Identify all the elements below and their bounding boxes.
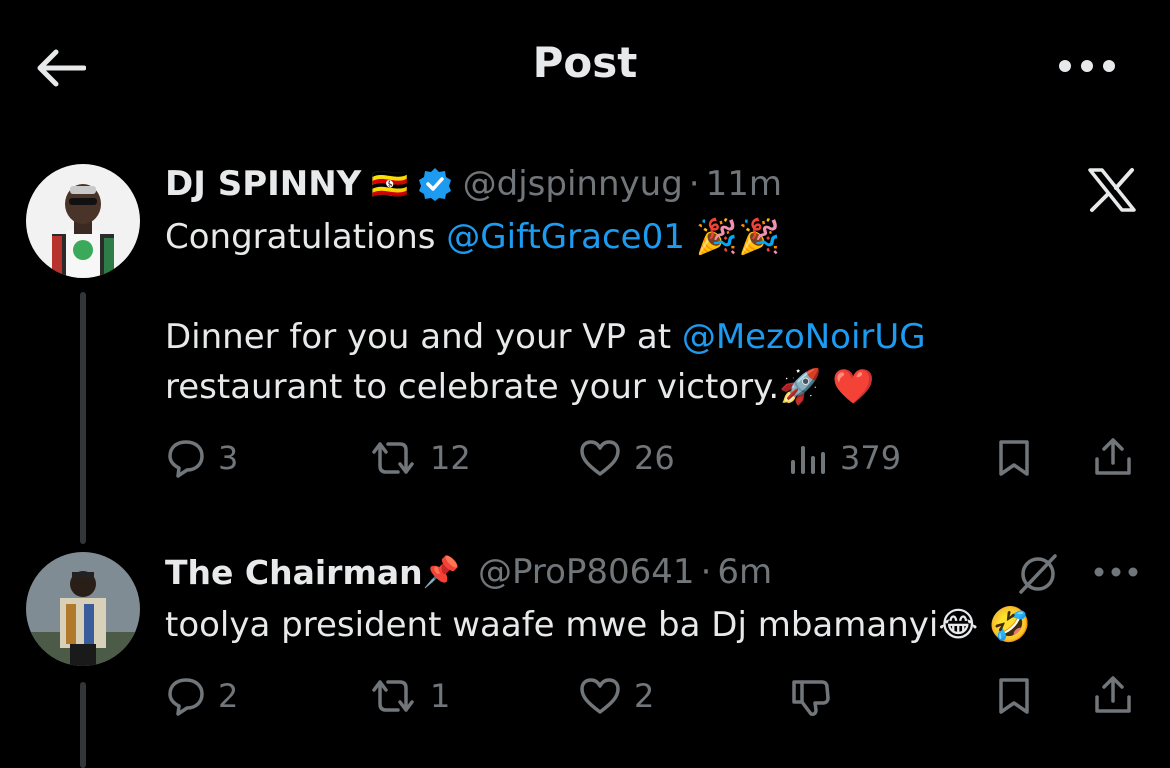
reply-button[interactable]: 2 (166, 674, 238, 718)
thread-line (80, 682, 86, 768)
like-count: 2 (634, 677, 655, 715)
grok-x-icon (1088, 168, 1136, 212)
avatar-image (26, 552, 140, 666)
reply-count: 2 (218, 677, 239, 715)
mute-button[interactable] (1012, 550, 1064, 598)
bookmark-button[interactable] (990, 434, 1038, 482)
more-horizontal-icon (1059, 60, 1115, 72)
bookmark-button[interactable] (990, 672, 1038, 720)
reply-text: toolya president waafe mwe ba Dj mbamany… (165, 605, 1032, 645)
slash-circle-icon (1019, 554, 1057, 594)
page-title: Post (532, 38, 638, 87)
reply-bubble-icon (168, 440, 204, 478)
post-text-line-1: Congratulations @GiftGrace01 🎉🎉 (165, 212, 780, 262)
author-handle[interactable]: @djspinnyug (463, 164, 683, 204)
reply-time[interactable]: 6m (717, 552, 772, 592)
post-text-segment: Dinner for you and your VP at (165, 317, 682, 357)
heart-icon (580, 678, 620, 714)
share-icon (1095, 438, 1131, 475)
share-button[interactable] (1088, 432, 1138, 482)
pin-emoji: 📌 (422, 554, 460, 590)
repost-button[interactable]: 12 (368, 436, 471, 480)
post-time[interactable]: 11m (706, 164, 782, 204)
views-bar-icon (791, 446, 825, 474)
repost-icon (372, 680, 414, 712)
more-options-button[interactable] (1052, 44, 1122, 88)
party-emoji: 🎉🎉 (684, 217, 781, 257)
top-bar: Post (0, 0, 1170, 134)
reply-header: The Chairman 📌 @ProP80641 · 6m (165, 550, 772, 594)
mention-link[interactable]: @GiftGrace01 (446, 217, 685, 257)
like-count: 26 (634, 439, 675, 477)
more-horizontal-icon (1094, 567, 1138, 577)
share-icon (1095, 676, 1131, 713)
avatar-image (26, 164, 140, 278)
post-text-segment: restaurant to celebrate your victory.🚀 ❤… (165, 367, 875, 407)
separator-dot: · (688, 164, 700, 204)
author-name[interactable]: DJ SPINNY (165, 164, 361, 204)
heart-icon (580, 440, 620, 476)
post-text-line-3: restaurant to celebrate your victory.🚀 ❤… (165, 362, 875, 412)
avatar[interactable] (26, 552, 140, 666)
avatar[interactable] (26, 164, 140, 278)
separator-dot: · (700, 552, 712, 592)
repost-icon (372, 442, 414, 474)
share-button[interactable] (1088, 670, 1138, 720)
reply-bubble-icon (168, 678, 204, 716)
views-count: 379 (840, 439, 902, 477)
mention-link[interactable]: @MezoNoirUG (682, 317, 926, 357)
reply-button[interactable]: 3 (166, 436, 238, 480)
post-text-line-2: Dinner for you and your VP at @MezoNoirU… (165, 312, 926, 362)
views-button[interactable]: 379 (788, 436, 901, 480)
verified-badge-icon (418, 168, 451, 201)
bookmark-icon (999, 440, 1029, 476)
reply-author-handle[interactable]: @ProP80641 (478, 552, 695, 592)
bookmark-icon (999, 678, 1029, 714)
like-button[interactable]: 26 (578, 436, 675, 480)
post-text-segment: Congratulations (165, 217, 447, 257)
like-button[interactable]: 2 (578, 674, 654, 718)
dislike-button[interactable] (786, 672, 836, 722)
repost-count: 1 (430, 677, 451, 715)
thumbs-down-icon (792, 680, 830, 716)
repost-button[interactable]: 1 (368, 674, 450, 718)
post-header: DJ SPINNY 🇺🇬 @djspinnyug · 11m (165, 162, 782, 206)
reply-author-name[interactable]: The Chairman (165, 553, 423, 592)
reply-more-button[interactable] (1090, 556, 1142, 588)
reply-count: 3 (218, 439, 239, 477)
thread-line (80, 292, 86, 544)
grok-button[interactable] (1080, 162, 1144, 218)
repost-count: 12 (430, 439, 471, 477)
flag-emoji: 🇺🇬 (371, 166, 409, 202)
